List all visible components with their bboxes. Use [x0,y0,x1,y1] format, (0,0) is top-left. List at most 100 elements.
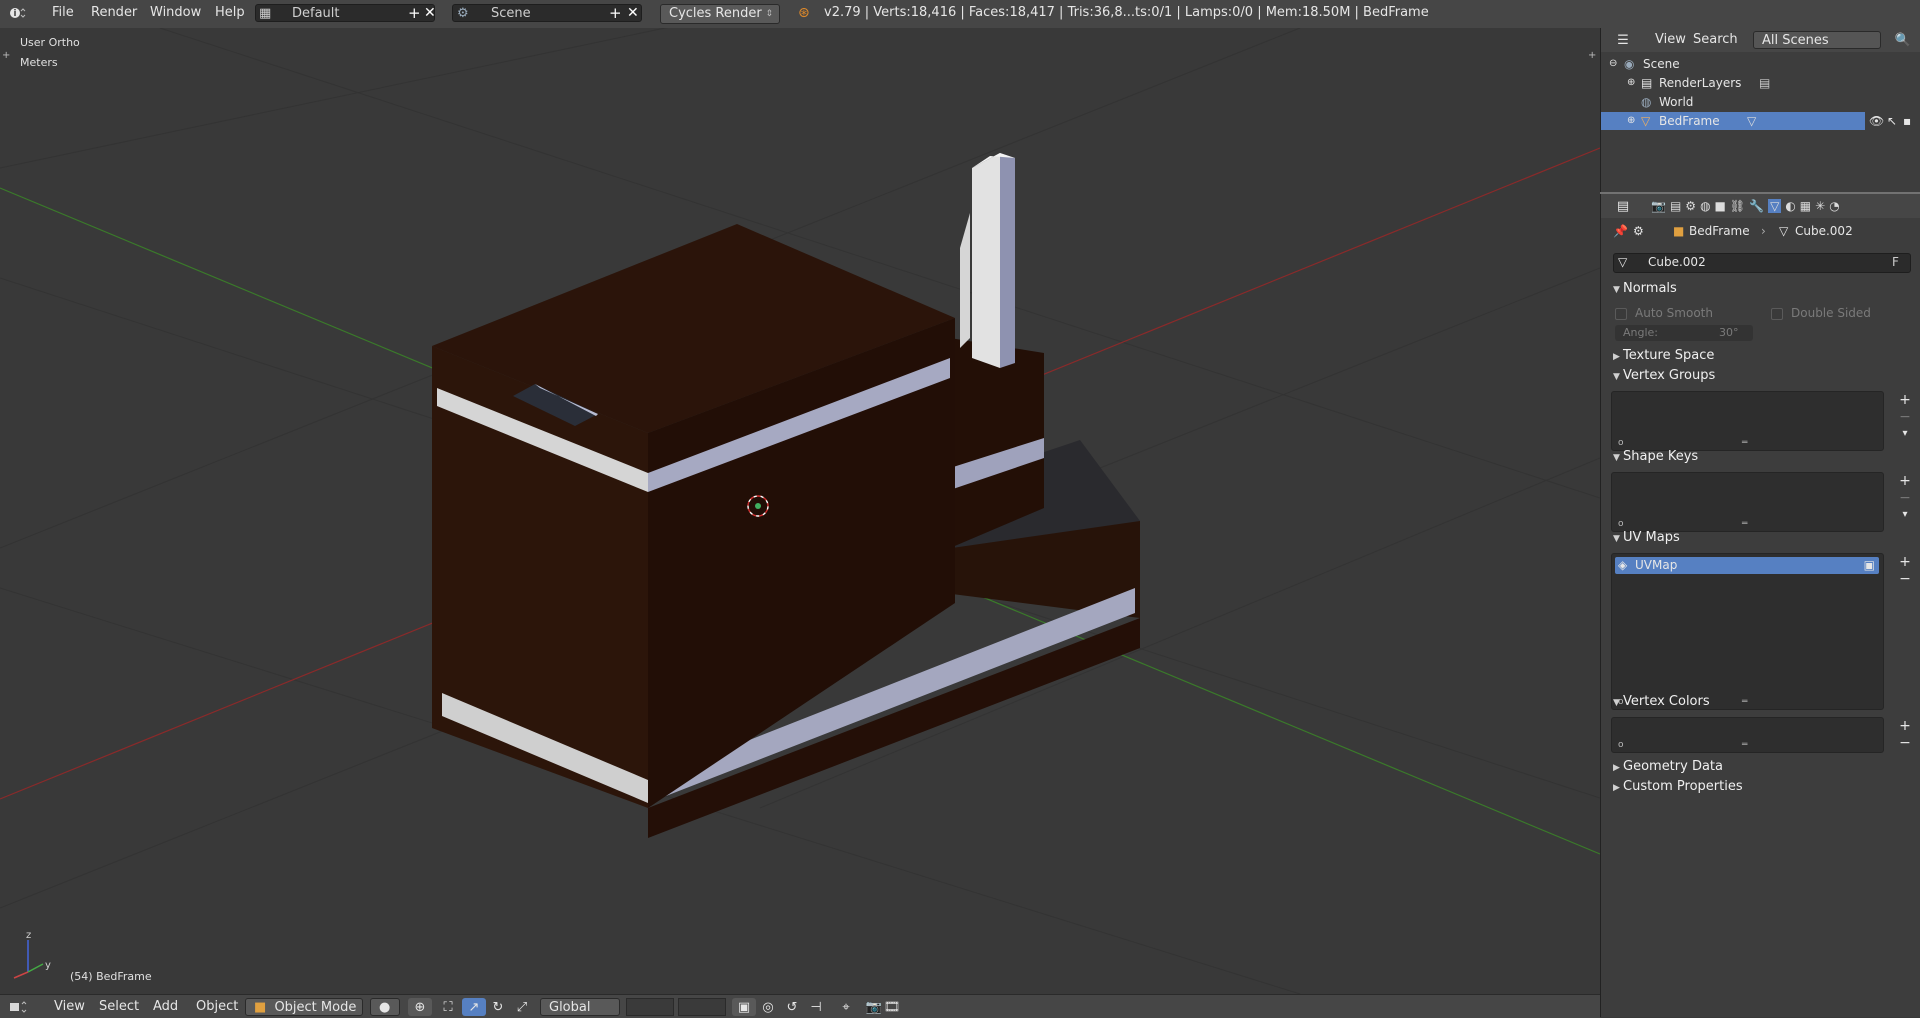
menu-window[interactable]: Window [150,5,201,20]
remove-scene-icon[interactable]: ✕ [627,4,639,22]
outliner-row-bedframe[interactable]: ⊕ ▽ BedFrame ▽ 👁 ↖ ▪ [1601,112,1920,130]
add-shape-key-button[interactable]: + [1897,473,1913,489]
manipulator-toggle-icon[interactable]: ⛶ [436,998,460,1016]
opengl-animation-icon[interactable]: 🎞 [880,998,904,1016]
rotate-manipulator-icon[interactable]: ↻ [486,998,510,1016]
properties-editor[interactable]: ▤ 📷 ▤ ⚙ ◍ ■ ⛓ 🔧 ▽ ◐ ▦ ✳ ◔ 📌 ⚙ ■ BedFrame [1600,194,1920,1017]
expand-icon[interactable]: ⊕ [1627,112,1635,130]
panel-custom-properties-header[interactable]: ▶ Custom Properties [1613,779,1743,794]
editor-type-3d-icon[interactable] [6,998,30,1016]
pin-icon[interactable]: 📌 [1613,224,1628,238]
translate-manipulator-icon[interactable]: ↗ [462,998,486,1016]
3d-viewport[interactable]: User Ortho Meters (54) BedFrame z y + + [0,28,1600,994]
menu-add[interactable]: Add [153,999,178,1014]
modifiers-tab-icon[interactable]: 🔧 [1749,199,1764,213]
fake-user-button[interactable]: F [1892,255,1899,269]
add-vertex-group-button[interactable]: + [1897,392,1913,408]
list-filter-icon[interactable]: o [1618,438,1624,448]
pivot-point-icon[interactable]: ⊕ [408,998,432,1016]
list-resize-handle[interactable]: ═ [1742,519,1747,529]
viewport-shading-dropdown[interactable]: ● [370,998,400,1016]
transform-orientation-dropdown[interactable]: Global [540,998,620,1016]
shape-keys-list[interactable]: o ═ [1611,472,1884,532]
panel-vertex-colors-header[interactable]: ▼ Vertex Colors [1613,694,1710,709]
selectable-arrow-icon[interactable]: ↖ [1887,112,1897,130]
interaction-mode-dropdown[interactable]: ■ Object Mode [245,998,363,1016]
outliner[interactable]: ☰ View Search All Scenes 🔍 ⊖ ◉ Scene ⊕ ▤… [1600,28,1920,192]
panel-vertex-groups-header[interactable]: ▼ Vertex Groups [1613,368,1715,383]
remove-screen-icon[interactable]: ✕ [424,4,436,22]
screen-layout-selector[interactable]: ▦ Default + ✕ [255,4,436,22]
panel-uv-maps-header[interactable]: ▼ UV Maps [1613,530,1680,545]
constraints-tab-icon[interactable]: ⛓ [1730,199,1745,213]
panel-normals-header[interactable]: ▼ Normals [1613,281,1677,296]
scene-tab-icon[interactable]: ⚙ [1685,199,1696,213]
physics-tab-icon[interactable]: ◔ [1829,199,1839,213]
angle-field[interactable]: Angle: 30° [1615,325,1753,341]
shape-key-specials-icon[interactable]: ▾ [1897,507,1913,523]
outliner-row-scene[interactable]: ⊖ ◉ Scene [1601,55,1920,73]
menu-view[interactable]: View [54,999,85,1014]
vertex-group-specials-icon[interactable]: ▾ [1897,426,1913,442]
outliner-menu-search[interactable]: Search [1693,32,1738,47]
uv-map-list-item[interactable]: ◈ UVMap ▣ [1615,557,1879,574]
renderable-camera-icon[interactable]: ▪ [1903,112,1911,130]
object-tab-icon[interactable]: ■ [1715,199,1726,213]
auto-smooth-checkbox[interactable]: Auto Smooth [1615,306,1713,320]
collapse-icon[interactable]: ⊖ [1609,55,1617,73]
add-vertex-color-button[interactable]: + [1897,718,1913,734]
remove-shape-key-button[interactable]: − [1897,490,1913,506]
layers-grid-2[interactable] [678,998,726,1016]
texture-tab-icon[interactable]: ▦ [1800,199,1811,213]
remove-vertex-group-button[interactable]: − [1897,409,1913,425]
menu-object[interactable]: Object [196,999,238,1014]
mesh-datablock-selector[interactable]: ▽ Cube.002 F [1613,253,1911,273]
add-scene-icon[interactable]: + [609,4,622,22]
remove-uv-map-button[interactable]: − [1897,571,1913,587]
scene-selector[interactable]: ⚙ Scene + ✕ [452,4,642,22]
list-resize-handle[interactable]: ═ [1742,697,1747,707]
snap-icon[interactable]: ↺ [780,998,804,1016]
editor-type-properties-icon[interactable]: ▤ [1611,197,1635,215]
particles-tab-icon[interactable]: ✳ [1815,199,1825,213]
bedframe-mesh[interactable] [432,153,1140,838]
list-resize-handle[interactable]: ═ [1742,438,1747,448]
editor-type-outliner-icon[interactable]: ☰ [1611,31,1635,49]
snap-target-icon[interactable]: ⌖ [834,998,858,1016]
add-screen-icon[interactable]: + [408,4,421,22]
render-layers-tab-icon[interactable]: ▤ [1670,199,1681,213]
expand-icon[interactable]: ⊕ [1627,74,1635,92]
proportional-editing-icon[interactable]: ◎ [756,998,780,1016]
layers-grid-1[interactable] [626,998,674,1016]
menu-render[interactable]: Render [91,5,137,20]
outliner-row-renderlayers[interactable]: ⊕ ▤ RenderLayers ▤ [1601,74,1920,92]
menu-help[interactable]: Help [215,5,245,20]
menu-select[interactable]: Select [99,999,139,1014]
uv-maps-list[interactable]: ◈ UVMap ▣ o ═ [1611,553,1884,710]
panel-texture-space-header[interactable]: ▶ Texture Space [1613,348,1714,363]
active-render-camera-icon[interactable]: ▣ [1864,558,1875,572]
outliner-display-mode-dropdown[interactable]: All Scenes [1753,31,1881,49]
panel-geometry-data-header[interactable]: ▶ Geometry Data [1613,759,1723,774]
double-sided-checkbox[interactable]: Double Sided [1771,306,1871,320]
snap-element-icon[interactable]: ⊣ [804,998,828,1016]
outliner-menu-view[interactable]: View [1655,32,1686,47]
visibility-eye-icon[interactable]: 👁 [1869,112,1884,130]
outliner-row-world[interactable]: ◍ World [1601,93,1920,111]
render-tab-icon[interactable]: 📷 [1651,199,1666,213]
mesh-name-field[interactable]: Cube.002 [1648,255,1706,269]
list-resize-handle[interactable]: ═ [1742,740,1747,750]
editor-type-info-icon[interactable] [6,4,30,22]
panel-shape-keys-header[interactable]: ▼ Shape Keys [1613,449,1698,464]
vertex-groups-list[interactable]: o ═ [1611,391,1884,451]
mesh-data-tab-icon[interactable]: ▽ [1768,199,1782,213]
material-tab-icon[interactable]: ◐ [1785,199,1795,213]
outliner-search-icon[interactable]: 🔍 [1891,31,1915,49]
render-engine-dropdown[interactable]: Cycles Render ⇕ [660,4,780,24]
remove-vertex-color-button[interactable]: − [1897,735,1913,751]
toolshelf-expand-icon[interactable]: + [2,50,10,61]
add-uv-map-button[interactable]: + [1897,554,1913,570]
vertex-colors-list[interactable]: o ═ [1611,717,1884,753]
list-filter-icon[interactable]: o [1618,519,1624,529]
scale-manipulator-icon[interactable]: ⤢ [510,998,534,1016]
